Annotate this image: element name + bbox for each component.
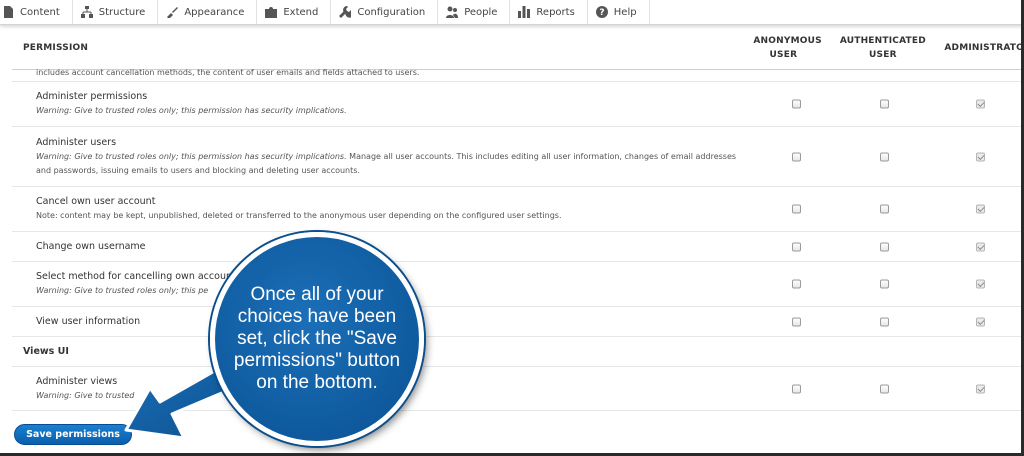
- callout-arrow-icon: [124, 350, 264, 440]
- callout-text: Once all of your choices have been set, …: [233, 284, 401, 393]
- instruction-callout: Once all of your choices have been set, …: [210, 232, 424, 446]
